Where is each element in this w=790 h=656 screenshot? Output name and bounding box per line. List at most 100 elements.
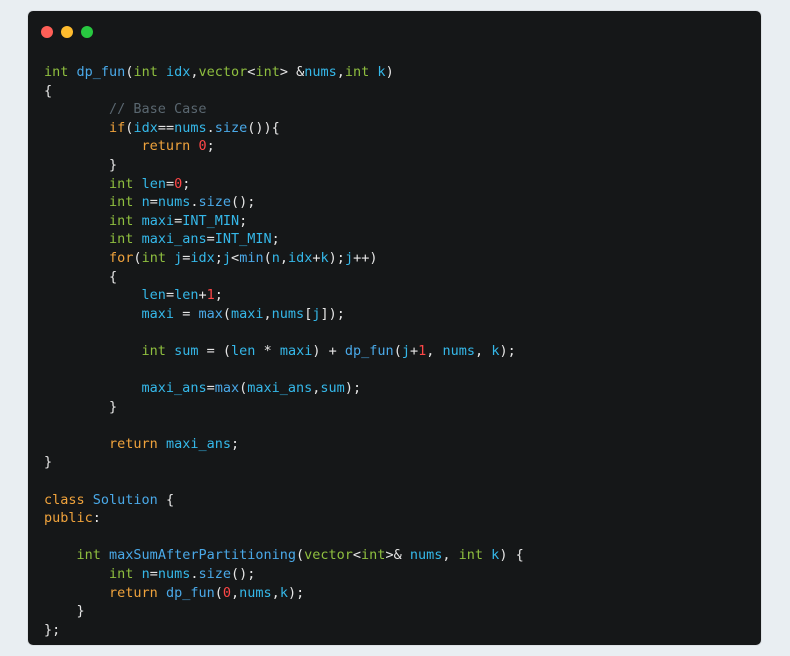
code-block: int dp_fun(int idx,vector<int> &nums,int… [44, 63, 524, 639]
code-token: ( [222, 342, 232, 359]
code-token: j [344, 249, 354, 266]
code-token: } [76, 603, 85, 620]
code-token: nums [304, 64, 337, 80]
code-line: len=len+1; [44, 286, 524, 305]
code-token: = [206, 231, 215, 248]
code-line: return 0; [44, 137, 524, 156]
code-token: < [231, 249, 240, 266]
code-token: INT_MIN [214, 231, 272, 248]
code-token: , [279, 249, 288, 266]
code-line: int maxi_ans=INT_MIN; [44, 230, 524, 249]
window-controls [41, 26, 93, 38]
code-line: return dp_fun(0,nums,k); [44, 584, 524, 603]
code-token: ) [385, 64, 394, 80]
code-token: ; [271, 231, 280, 248]
code-token: vector [304, 547, 353, 564]
code-token: ; [206, 138, 215, 155]
code-token: == [157, 119, 175, 136]
code-token: nums [409, 547, 443, 564]
code-token: ( [214, 584, 223, 601]
code-token: maxi_ans [247, 380, 313, 397]
code-line: maxi_ans=max(maxi_ans,sum); [44, 379, 524, 398]
code-token: nums [442, 342, 476, 359]
code-token: vector [198, 64, 248, 80]
code-token: int [255, 64, 280, 80]
code-token: j [222, 249, 232, 266]
code-token: ) { [499, 547, 524, 564]
code-token: + [409, 342, 419, 359]
code-token: . [190, 566, 199, 583]
code-token: ; [230, 435, 240, 452]
code-token: maxi [279, 342, 313, 359]
code-token: = [165, 175, 175, 192]
code-token: ; [214, 249, 223, 266]
code-token: (); [231, 566, 256, 583]
code-token: maxi [231, 305, 264, 322]
code-token: maxi_ans [165, 435, 231, 452]
code-line: { [44, 82, 524, 101]
code-token: n [141, 566, 150, 583]
code-token: , [263, 305, 272, 322]
code-token: < [352, 547, 362, 564]
code-line: } [44, 398, 524, 417]
code-token: k [279, 584, 288, 601]
code-token: return [109, 435, 158, 452]
code-token: nums [271, 305, 305, 322]
code-token: idx [133, 119, 158, 136]
code-token: class [44, 491, 85, 508]
code-token: int [133, 64, 158, 80]
code-token: ( [295, 547, 305, 564]
code-token: k [377, 64, 386, 80]
code-token: int [109, 212, 134, 229]
code-token: 0 [222, 584, 232, 601]
code-line: int sum = (len * maxi) + dp_fun(j+1, num… [44, 342, 524, 361]
code-token: = [174, 212, 183, 229]
code-token: j [174, 249, 183, 266]
code-line: } [44, 602, 524, 621]
code-token: + [312, 249, 321, 266]
code-token: = [206, 342, 215, 359]
maximize-window-button[interactable] [81, 26, 93, 38]
code-token: min [239, 249, 264, 266]
code-token: idx [190, 249, 215, 266]
close-window-button[interactable] [41, 26, 53, 38]
code-token: { [109, 268, 118, 285]
code-token: int [141, 249, 166, 266]
code-token: dp_fun [165, 584, 215, 601]
code-token: , [336, 64, 345, 80]
code-token: ); [328, 249, 345, 266]
code-token: , [231, 584, 240, 601]
code-line: if(idx==nums.size()){ [44, 119, 524, 138]
code-token: len [174, 287, 199, 304]
code-token: if [109, 119, 126, 136]
code-token: len [141, 175, 166, 192]
code-token: len [231, 342, 256, 359]
code-token: + [328, 342, 337, 359]
minimize-window-button[interactable] [61, 26, 73, 38]
code-token: k [320, 249, 329, 266]
